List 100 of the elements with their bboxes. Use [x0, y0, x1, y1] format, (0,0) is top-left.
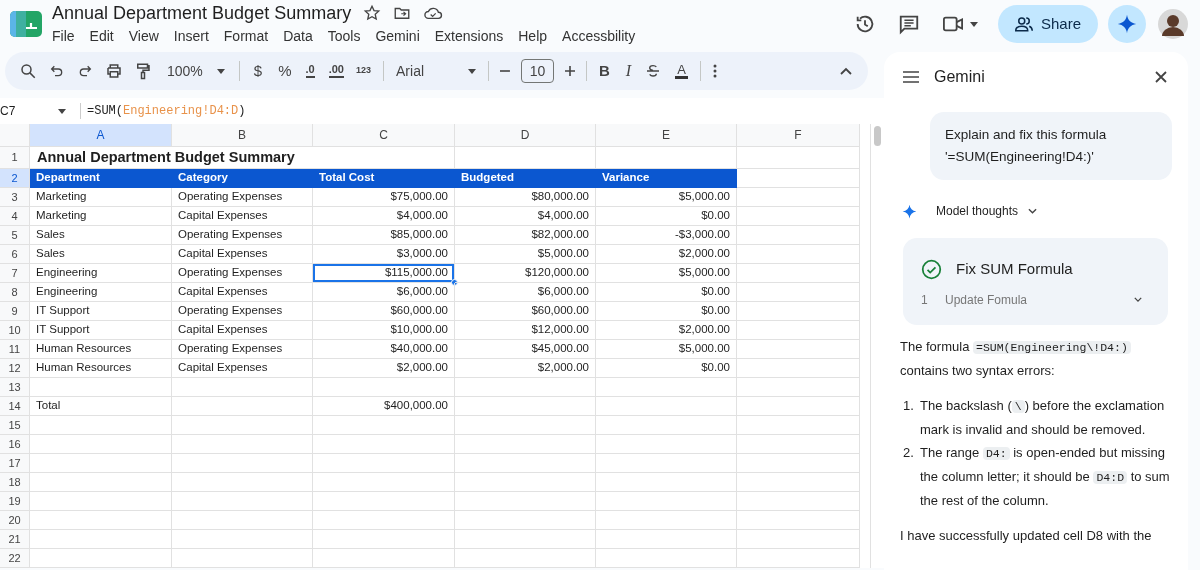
table-cell[interactable]: [737, 169, 860, 188]
table-cell[interactable]: $2,000.00: [596, 321, 737, 340]
table-cell[interactable]: $60,000.00: [455, 302, 596, 321]
table-cell[interactable]: [455, 378, 596, 397]
number-format-button[interactable]: 123: [356, 64, 371, 78]
menu-icon[interactable]: [903, 71, 919, 83]
row-number[interactable]: 12: [0, 359, 30, 378]
table-cell[interactable]: [737, 397, 860, 416]
table-cell[interactable]: [737, 147, 860, 169]
table-cell[interactable]: [737, 530, 860, 549]
document-title[interactable]: Annual Department Budget Summary: [52, 2, 352, 24]
print-icon[interactable]: [105, 62, 123, 80]
table-cell[interactable]: [737, 188, 860, 207]
table-cell[interactable]: $85,000.00: [313, 226, 455, 245]
column-header[interactable]: E: [596, 124, 737, 147]
paint-roller-icon[interactable]: [135, 62, 151, 80]
table-cell[interactable]: IT Support: [30, 321, 172, 340]
table-cell[interactable]: $0.00: [596, 359, 737, 378]
table-cell[interactable]: Human Resources: [30, 340, 172, 359]
table-cell[interactable]: [737, 435, 860, 454]
table-cell[interactable]: Operating Expenses: [172, 188, 313, 207]
row-number[interactable]: 13: [0, 378, 30, 397]
menu-item[interactable]: Insert: [173, 26, 209, 47]
table-cell[interactable]: $60,000.00: [313, 302, 455, 321]
zoom-dropdown[interactable]: 100%: [167, 60, 225, 82]
table-cell[interactable]: $2,000.00: [455, 359, 596, 378]
table-cell[interactable]: [30, 549, 172, 568]
table-cell[interactable]: Capital Expenses: [172, 321, 313, 340]
menu-item[interactable]: Data: [283, 26, 313, 47]
menu-item[interactable]: Format: [223, 26, 269, 47]
share-button[interactable]: Share: [998, 5, 1098, 43]
table-cell[interactable]: [172, 435, 313, 454]
table-cell[interactable]: [596, 511, 737, 530]
table-cell[interactable]: [737, 511, 860, 530]
table-cell[interactable]: [30, 492, 172, 511]
table-cell[interactable]: Capital Expenses: [172, 245, 313, 264]
history-icon[interactable]: [854, 13, 876, 35]
italic-button[interactable]: I: [625, 59, 632, 83]
table-cell[interactable]: [30, 435, 172, 454]
table-cell[interactable]: [313, 492, 455, 511]
table-cell[interactable]: [455, 454, 596, 473]
table-cell[interactable]: $12,000.00: [455, 321, 596, 340]
font-dropdown[interactable]: Arial: [396, 60, 476, 82]
row-number[interactable]: 16: [0, 435, 30, 454]
table-cell[interactable]: $0.00: [596, 302, 737, 321]
table-cell[interactable]: [737, 454, 860, 473]
column-heading-cell[interactable]: Department: [30, 169, 172, 188]
percent-format-button[interactable]: %: [278, 59, 292, 83]
table-cell[interactable]: [172, 549, 313, 568]
table-cell[interactable]: $0.00: [596, 207, 737, 226]
table-cell[interactable]: [313, 435, 455, 454]
column-header[interactable]: B: [172, 124, 313, 147]
formula-field[interactable]: =SUM(Engineering!D4:D): [87, 102, 884, 120]
table-cell[interactable]: [455, 416, 596, 435]
table-cell[interactable]: [455, 549, 596, 568]
column-header[interactable]: F: [737, 124, 860, 147]
table-cell[interactable]: Operating Expenses: [172, 226, 313, 245]
model-thoughts-toggle[interactable]: Model thoughts: [936, 202, 1038, 220]
bold-button[interactable]: B: [599, 59, 610, 83]
table-cell[interactable]: [172, 397, 313, 416]
table-cell[interactable]: -$3,000.00: [596, 226, 737, 245]
table-cell[interactable]: [313, 378, 455, 397]
table-cell[interactable]: [30, 378, 172, 397]
scrollbar-thumb[interactable]: [874, 126, 881, 146]
table-cell[interactable]: [30, 473, 172, 492]
table-cell[interactable]: $2,000.00: [313, 359, 455, 378]
table-cell[interactable]: [313, 530, 455, 549]
table-cell[interactable]: [737, 549, 860, 568]
row-number[interactable]: 2: [0, 169, 30, 188]
table-cell[interactable]: Marketing: [30, 207, 172, 226]
row-number[interactable]: 19: [0, 492, 30, 511]
table-cell[interactable]: [596, 378, 737, 397]
row-number[interactable]: 17: [0, 454, 30, 473]
text-color-button[interactable]: A: [675, 63, 688, 79]
table-cell[interactable]: [737, 416, 860, 435]
increase-decimal-button[interactable]: .00: [328, 64, 344, 78]
menu-item[interactable]: Gemini: [375, 26, 420, 47]
table-cell[interactable]: Capital Expenses: [172, 283, 313, 302]
table-cell[interactable]: Marketing: [30, 188, 172, 207]
currency-format-button[interactable]: $: [253, 59, 263, 83]
table-cell[interactable]: [455, 397, 596, 416]
table-cell[interactable]: [313, 416, 455, 435]
menu-item[interactable]: Help: [518, 26, 548, 47]
table-cell[interactable]: [737, 302, 860, 321]
table-cell[interactable]: $5,000.00: [596, 188, 737, 207]
row-number[interactable]: 10: [0, 321, 30, 340]
table-cell[interactable]: $4,000.00: [455, 207, 596, 226]
plus-icon[interactable]: [564, 65, 576, 77]
row-number[interactable]: 14: [0, 397, 30, 416]
comment-icon[interactable]: [898, 13, 920, 35]
undo-icon[interactable]: [49, 63, 65, 79]
table-cell[interactable]: [172, 378, 313, 397]
table-cell[interactable]: [313, 473, 455, 492]
row-number[interactable]: 5: [0, 226, 30, 245]
table-cell[interactable]: $115,000.00: [313, 264, 455, 283]
column-header[interactable]: D: [455, 124, 596, 147]
menu-item[interactable]: View: [128, 26, 159, 47]
table-cell[interactable]: Human Resources: [30, 359, 172, 378]
table-cell[interactable]: [737, 359, 860, 378]
row-number[interactable]: 7: [0, 264, 30, 283]
